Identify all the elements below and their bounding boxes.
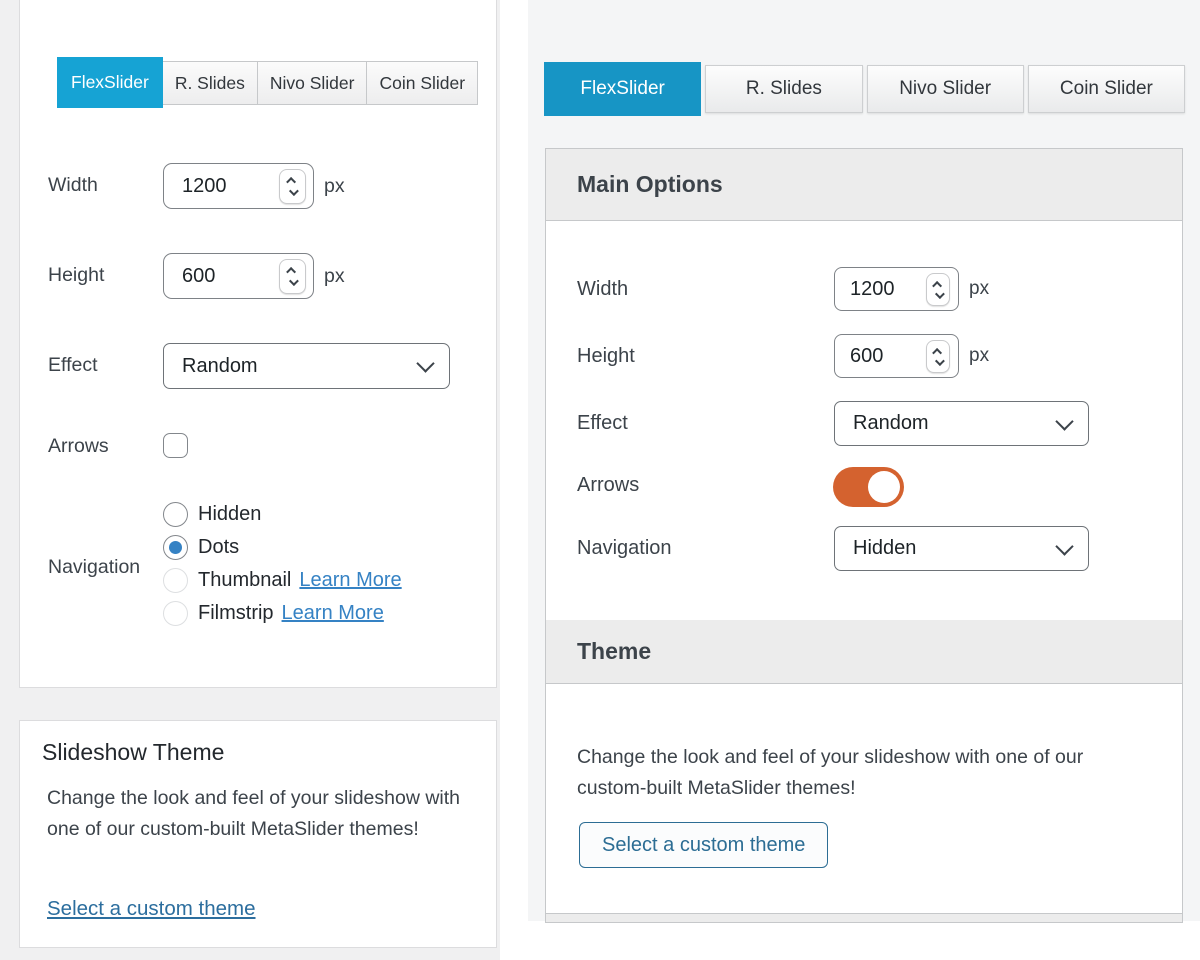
theme-body: Change the look and feel of your slidesh… — [546, 684, 1182, 913]
filmstrip-learn-more-link[interactable]: Learn More — [282, 602, 384, 625]
width-row: px — [163, 163, 345, 209]
navigation-option-label: Thumbnail — [198, 569, 291, 592]
tab-nivo-slider[interactable]: Nivo Slider — [258, 61, 368, 105]
tab-r-slides[interactable]: R. Slides — [163, 61, 258, 105]
effect-label: Effect — [577, 412, 628, 435]
select-custom-theme-button[interactable]: Select a custom theme — [579, 822, 828, 868]
width-unit-label: px — [969, 278, 989, 300]
stepper-up-icon[interactable] — [286, 267, 296, 277]
height-row: px — [834, 334, 989, 378]
left-panel-classic-ui: FlexSlider R. Slides Nivo Slider Coin Sl… — [0, 0, 500, 960]
main-options-title: Main Options — [577, 171, 723, 198]
stepper-down-icon[interactable] — [289, 276, 299, 286]
main-options-header: Main Options — [546, 149, 1182, 221]
navigation-option-filmstrip[interactable]: Filmstrip Learn More — [163, 598, 402, 628]
effect-select-value: Random — [853, 412, 929, 435]
tab-coin-slider[interactable]: Coin Slider — [1028, 65, 1185, 113]
navigation-option-label: Filmstrip — [198, 602, 274, 625]
tab-flexslider[interactable]: FlexSlider — [57, 57, 163, 108]
width-unit-label: px — [324, 175, 345, 198]
theme-description: Change the look and feel of your slidesh… — [577, 742, 1157, 804]
width-label: Width — [48, 174, 98, 197]
slideshow-theme-card: Slideshow Theme Change the look and feel… — [19, 720, 497, 948]
effect-select[interactable]: Random — [834, 401, 1089, 446]
chevron-down-icon — [416, 354, 434, 372]
chevron-down-icon — [1055, 537, 1073, 555]
navigation-option-label: Dots — [198, 536, 239, 559]
height-label: Height — [48, 264, 104, 287]
navigation-label: Navigation — [48, 556, 140, 579]
navigation-radio-group: Hidden Dots Thumbnail Learn More Filmstr… — [163, 499, 402, 631]
tab-flexslider[interactable]: FlexSlider — [544, 62, 701, 116]
slider-type-tabs: FlexSlider R. Slides Nivo Slider Coin Sl… — [57, 61, 478, 108]
navigation-select[interactable]: Hidden — [834, 526, 1089, 571]
height-unit-label: px — [969, 345, 989, 367]
tab-coin-slider[interactable]: Coin Slider — [367, 61, 478, 105]
radio-selected-icon[interactable] — [163, 535, 188, 560]
radio-disabled-icon[interactable] — [163, 601, 188, 626]
height-unit-label: px — [324, 265, 345, 288]
settings-box: Main Options Width px Height — [545, 148, 1183, 923]
navigation-select-value: Hidden — [853, 537, 916, 560]
tab-r-slides[interactable]: R. Slides — [705, 65, 862, 113]
navigation-option-label: Hidden — [198, 503, 261, 526]
radio-disabled-icon[interactable] — [163, 568, 188, 593]
navigation-option-thumbnail[interactable]: Thumbnail Learn More — [163, 565, 402, 595]
chevron-down-icon — [1055, 412, 1073, 430]
radio-icon[interactable] — [163, 502, 188, 527]
thumbnail-learn-more-link[interactable]: Learn More — [299, 569, 401, 592]
arrows-checkbox[interactable] — [163, 433, 188, 458]
theme-title: Theme — [577, 638, 651, 665]
effect-select[interactable]: Random — [163, 343, 450, 389]
slider-settings-card: FlexSlider R. Slides Nivo Slider Coin Sl… — [19, 0, 497, 688]
navigation-option-dots[interactable]: Dots — [163, 532, 402, 562]
number-stepper-icon[interactable] — [279, 259, 306, 294]
next-section-header-partial — [546, 913, 1182, 922]
height-row: px — [163, 253, 345, 299]
stepper-down-icon[interactable] — [289, 186, 299, 196]
arrows-label: Arrows — [577, 474, 639, 497]
width-label: Width — [577, 278, 628, 301]
navigation-label: Navigation — [577, 537, 672, 560]
main-options-body: Width px Height — [546, 221, 1182, 620]
arrows-label: Arrows — [48, 435, 109, 458]
tab-nivo-slider[interactable]: Nivo Slider — [867, 65, 1024, 113]
theme-header: Theme — [546, 620, 1182, 684]
effect-select-value: Random — [182, 355, 258, 378]
slider-type-tabs: FlexSlider R. Slides Nivo Slider Coin Sl… — [544, 65, 1185, 116]
slideshow-theme-title: Slideshow Theme — [42, 739, 224, 766]
number-stepper-icon[interactable] — [279, 169, 306, 204]
select-custom-theme-link[interactable]: Select a custom theme — [47, 897, 256, 921]
slideshow-theme-description: Change the look and feel of your slidesh… — [47, 783, 483, 845]
effect-label: Effect — [48, 354, 98, 377]
width-row: px — [834, 267, 989, 311]
arrows-toggle[interactable] — [833, 467, 904, 507]
number-stepper-icon[interactable] — [926, 273, 950, 306]
number-stepper-icon[interactable] — [926, 340, 950, 373]
toggle-knob — [868, 471, 900, 503]
navigation-option-hidden[interactable]: Hidden — [163, 499, 402, 529]
right-panel-new-ui: FlexSlider R. Slides Nivo Slider Coin Sl… — [528, 0, 1200, 921]
height-label: Height — [577, 345, 635, 368]
stepper-up-icon[interactable] — [286, 177, 296, 187]
